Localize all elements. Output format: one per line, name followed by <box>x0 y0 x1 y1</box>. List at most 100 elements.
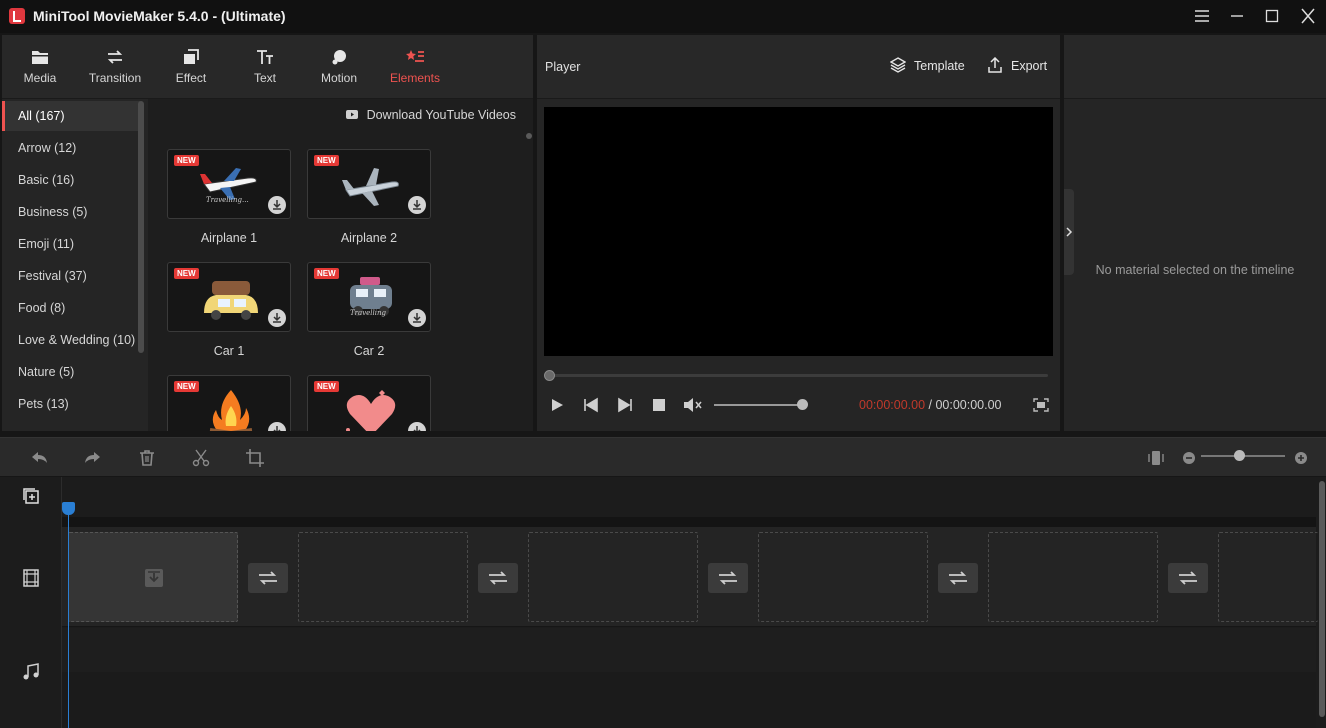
tool-elements-label: Elements <box>389 71 441 85</box>
element-thumbnail[interactable]: NEW <box>167 375 291 431</box>
download-youtube-link[interactable]: Download YouTube Videos <box>345 108 516 122</box>
tool-effect[interactable]: Effect <box>153 35 229 99</box>
category-item-emoji[interactable]: Emoji (11) <box>2 229 140 259</box>
transition-icon <box>489 571 507 585</box>
element-thumbnail[interactable]: NEW <box>167 262 291 332</box>
element-thumbnail[interactable]: NEW Travelling... <box>167 149 291 219</box>
tool-media-label: Media <box>23 71 57 85</box>
delete-button[interactable] <box>137 448 157 468</box>
category-item-pets[interactable]: Pets (13) <box>2 389 140 419</box>
add-track-icon <box>23 488 39 504</box>
airplane-caption: Travelling... <box>206 196 249 204</box>
timeline-scrollbar-thumb[interactable] <box>1319 481 1325 717</box>
template-button[interactable]: Template <box>890 57 965 73</box>
tool-text[interactable]: Text <box>227 35 303 99</box>
download-icon[interactable] <box>408 309 426 327</box>
add-track-button[interactable] <box>22 487 40 508</box>
play-icon <box>552 399 563 411</box>
fit-timeline-button[interactable] <box>1146 448 1166 468</box>
gallery-scrollbar[interactable] <box>526 133 532 139</box>
media-drop-slot[interactable] <box>298 532 468 622</box>
timeline-scrollbar[interactable] <box>1318 477 1326 728</box>
media-drop-slot[interactable] <box>1218 532 1318 622</box>
tool-transition-label: Transition <box>88 71 142 85</box>
menu-icon[interactable] <box>1190 6 1214 26</box>
playhead-line <box>68 507 69 728</box>
time-separator: / <box>925 398 936 412</box>
library-panel: Media Transition Effect Text Motion Elem… <box>2 35 533 431</box>
timeline-ruler-band <box>0 517 1316 527</box>
category-item-nature[interactable]: Nature (5) <box>2 357 140 387</box>
undo-button[interactable] <box>29 448 49 468</box>
download-icon[interactable] <box>408 422 426 431</box>
timeline-ruler[interactable] <box>62 477 1316 517</box>
media-drop-slot[interactable] <box>68 532 238 622</box>
elements-gallery: Download YouTube Videos NEW Travelling..… <box>148 99 533 431</box>
new-badge: NEW <box>174 268 199 279</box>
playback-progress-bar[interactable] <box>550 374 1048 377</box>
transition-icon <box>1179 571 1197 585</box>
download-icon[interactable] <box>408 196 426 214</box>
category-item-arrow[interactable]: Arrow (12) <box>2 133 140 163</box>
motion-icon <box>332 50 346 65</box>
current-time: 00:00:00.00 <box>859 398 926 412</box>
total-time: 00:00:00.00 <box>935 398 1002 412</box>
tool-transition[interactable]: Transition <box>77 35 153 99</box>
car-caption: Travelling <box>350 309 386 317</box>
playhead-handle[interactable] <box>62 502 75 515</box>
volume-icon <box>684 398 702 412</box>
transition-slot[interactable] <box>938 563 978 593</box>
stop-button[interactable] <box>649 397 669 413</box>
tool-elements[interactable]: Elements <box>377 35 453 99</box>
split-button[interactable] <box>191 448 211 468</box>
media-drop-slot[interactable] <box>758 532 928 622</box>
download-icon[interactable] <box>268 309 286 327</box>
category-item-festival[interactable]: Festival (37) <box>2 261 140 291</box>
close-icon[interactable] <box>1296 6 1320 26</box>
transition-slot[interactable] <box>478 563 518 593</box>
fullscreen-button[interactable] <box>1031 397 1051 413</box>
car-illustration-icon <box>204 281 258 320</box>
skip-forward-icon <box>618 397 632 413</box>
media-drop-slot[interactable] <box>528 532 698 622</box>
transition-slot[interactable] <box>1168 563 1208 593</box>
volume-button[interactable] <box>683 397 703 413</box>
next-frame-button[interactable] <box>615 397 635 413</box>
audio-track-lower[interactable] <box>0 672 1316 728</box>
player-header: Player Template Export <box>537 35 1060 99</box>
download-icon[interactable] <box>268 422 286 431</box>
element-thumbnail[interactable]: NEW <box>307 149 431 219</box>
category-scrollbar[interactable] <box>138 101 144 353</box>
element-thumbnail[interactable]: NEW <box>307 375 431 431</box>
audio-track[interactable] <box>0 628 1316 672</box>
category-item-business[interactable]: Business (5) <box>2 197 140 227</box>
heart-illustration-icon <box>346 390 396 431</box>
transition-icon <box>719 571 737 585</box>
transition-slot[interactable] <box>248 563 288 593</box>
redo-button[interactable] <box>83 448 103 468</box>
playback-progress-knob[interactable] <box>544 370 555 381</box>
timeline-zoom-knob[interactable] <box>1233 450 1245 461</box>
previous-frame-button[interactable] <box>581 397 601 413</box>
minimize-icon[interactable] <box>1225 6 1249 26</box>
element-thumbnail[interactable]: NEW Travelling <box>307 262 431 332</box>
tool-motion[interactable]: Motion <box>301 35 377 99</box>
category-item-food[interactable]: Food (8) <box>2 293 140 323</box>
play-button[interactable] <box>547 397 567 413</box>
category-item-love-wedding[interactable]: Love & Wedding (10) <box>2 325 140 355</box>
volume-slider-knob[interactable] <box>797 399 809 410</box>
maximize-icon[interactable] <box>1260 6 1284 26</box>
transition-slot[interactable] <box>708 563 748 593</box>
export-button[interactable]: Export <box>988 57 1047 73</box>
category-item-basic[interactable]: Basic (16) <box>2 165 140 195</box>
tool-media[interactable]: Media <box>2 35 78 99</box>
download-icon[interactable] <box>268 196 286 214</box>
transition-icon <box>107 50 123 64</box>
volume-slider-track[interactable] <box>714 404 807 406</box>
media-drop-slot[interactable] <box>988 532 1158 622</box>
zoom-in-button[interactable] <box>1291 448 1311 468</box>
category-item-all[interactable]: All (167) <box>2 101 140 131</box>
crop-button[interactable] <box>245 448 265 468</box>
zoom-out-button[interactable] <box>1179 448 1199 468</box>
element-label: Car 1 <box>213 344 245 358</box>
